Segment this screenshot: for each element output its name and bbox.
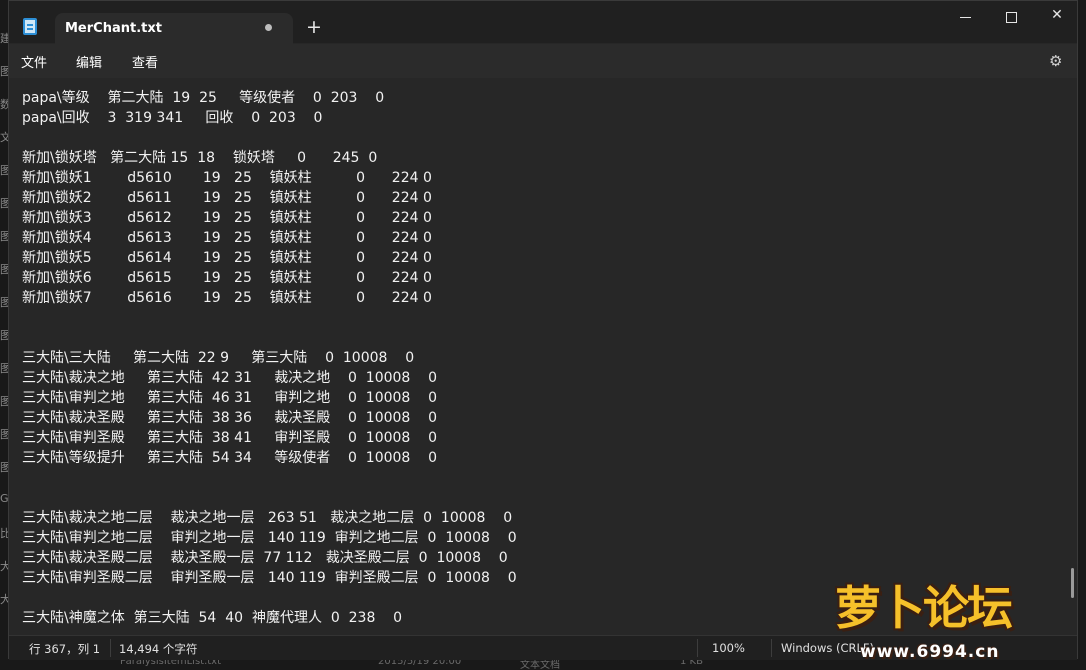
tab-title: MerChant.txt [65,21,162,36]
cursor-position: 行 367，列 1 [29,642,101,656]
text-line: 新加\锁妖7 d5616 19 25 镇妖柱 0 224 0 [22,290,432,306]
bg-sidebar-char: 建 [0,32,8,45]
text-line: 三大陆\裁决圣殿二层 裁决圣殿一层 77 112 裁决圣殿二层 0 10008 … [22,550,508,566]
bg-sidebar-char: 图 [0,329,8,342]
watermark-brand: 萝卜论坛 [835,581,1013,635]
text-line: 三大陆\裁决之地二层 裁决之地一层 263 51 裁决之地二层 0 10008 … [22,510,513,526]
bg-file-size: 1 KB [680,659,703,667]
text-line: 三大陆\审判之地 第三大陆 46 31 审判之地 0 10008 0 [22,390,438,406]
text-line: 三大陆\三大陆 第二大陆 22 9 第三大陆 0 10008 0 [22,350,415,366]
menu-file[interactable]: 文件 [21,52,47,71]
background-explorer-left: 建图数文图图图图图图图图图图G比大大 [0,0,8,670]
text-line: papa\回收 3 319 341 回收 0 203 0 [22,110,323,126]
bg-sidebar-char: G [0,492,8,505]
text-line: papa\等级 第二大陆 19 25 等级使者 0 203 0 [22,90,385,106]
text-line: 新加\锁妖5 d5614 19 25 镇妖柱 0 224 0 [22,250,432,266]
watermark-logo: 萝卜论坛 www.6994.cn [830,572,1080,667]
bg-sidebar-char: 大 [0,593,8,606]
text-line: 三大陆\等级提升 第三大陆 54 34 等级使者 0 10008 0 [22,450,438,466]
maximize-button[interactable] [988,7,1034,29]
text-editor-area[interactable]: papa\等级 第二大陆 19 25 等级使者 0 203 0 papa\回收 3… [9,78,1069,635]
notepad-app-icon [23,18,37,35]
text-line: 三大陆\审判之地二层 审判之地一层 140 119 审判之地二层 0 10008… [22,530,517,546]
bg-sidebar-char: 图 [0,461,8,474]
text-line: 新加\锁妖6 d5615 19 25 镇妖柱 0 224 0 [22,270,432,286]
bg-file-date: 2015/5/19 20:00 [378,659,462,667]
bg-sidebar-char: 数 [0,98,8,111]
bg-file-type: 文本文档 [520,660,560,670]
watermark-url: www.6994.cn [860,642,1000,662]
bg-sidebar-char: 文 [0,131,8,144]
bg-sidebar-char: 比 [0,527,8,540]
menu-edit[interactable]: 编辑 [76,52,102,71]
text-line: 新加\锁妖4 d5613 19 25 镇妖柱 0 224 0 [22,230,432,246]
text-line: 三大陆\裁决圣殿 第三大陆 38 36 裁决圣殿 0 10008 0 [22,410,438,426]
bg-sidebar-char: 大 [0,560,8,573]
menu-view[interactable]: 查看 [132,52,158,71]
status-separator [771,639,772,657]
bg-sidebar-char: 图 [0,164,8,177]
text-line: 新加\锁妖塔 第二大陆 15 18 锁妖塔 0 245 0 [22,150,378,166]
text-line: 新加\锁妖2 d5611 19 25 镇妖柱 0 224 0 [22,190,432,206]
bg-sidebar-char: 图 [0,296,8,309]
character-count: 14,494 个字符 [119,642,198,656]
text-line: 三大陆\神魔之体 第三大陆 54 40 神魔代理人 0 238 0 [22,610,403,626]
close-button[interactable]: ✕ [1034,7,1080,29]
bg-sidebar-char: 图 [0,230,8,243]
vertical-scrollbar[interactable] [1069,78,1077,635]
bg-sidebar-char: 图 [0,263,8,276]
title-bar: MerChant.txt + ✕ [9,1,1080,44]
status-separator [697,639,698,657]
menu-bar: 文件 编辑 查看 ⚙ [9,44,1077,78]
zoom-level[interactable]: 100% [712,641,745,655]
new-tab-button[interactable]: + [306,17,322,37]
status-separator [110,639,111,657]
bg-sidebar-char: 图 [0,362,8,375]
bg-sidebar-char: 图 [0,428,8,441]
text-line: 三大陆\审判圣殿二层 审判圣殿一层 140 119 审判圣殿二层 0 10008… [22,570,517,586]
minimize-button[interactable] [942,7,988,29]
bg-sidebar-char: 图 [0,197,8,210]
text-line: 新加\锁妖3 d5612 19 25 镇妖柱 0 224 0 [22,210,432,226]
text-line: 三大陆\裁决之地 第三大陆 42 31 裁决之地 0 10008 0 [22,370,438,386]
tab-merchant[interactable]: MerChant.txt [55,13,293,44]
bg-file-name: ParalysisItemList.txt [120,659,222,667]
bg-sidebar-char: 图 [0,395,8,408]
text-line: 三大陆\审判圣殿 第三大陆 38 41 审判圣殿 0 10008 0 [22,430,438,446]
background-explorer-right [1078,0,1086,670]
text-line: 新加\锁妖1 d5610 19 25 镇妖柱 0 224 0 [22,170,432,186]
notepad-window: MerChant.txt + ✕ 文件 编辑 查看 ⚙ papa\等级 第二大陆… [8,0,1080,660]
bg-sidebar-char: 图 [0,65,8,78]
unsaved-dot-icon[interactable] [265,24,272,31]
settings-gear-icon[interactable]: ⚙ [1049,52,1062,70]
